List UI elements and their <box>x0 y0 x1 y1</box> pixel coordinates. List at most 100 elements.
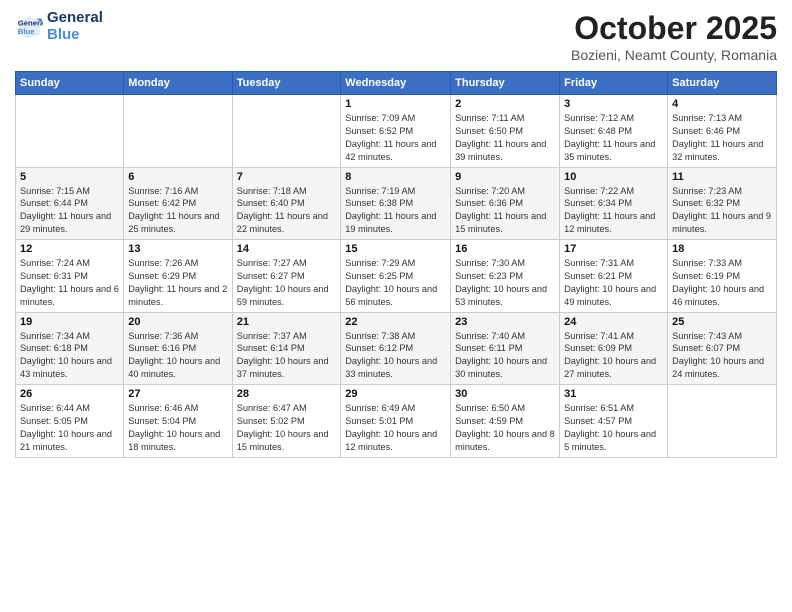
day-number: 19 <box>20 316 119 328</box>
table-row: 11 Sunrise: 7:23 AMSunset: 6:32 PMDayligh… <box>668 167 777 240</box>
day-number: 18 <box>672 243 772 255</box>
day-number: 21 <box>237 316 337 328</box>
day-info: Sunrise: 6:51 AMSunset: 4:57 PMDaylight:… <box>564 402 663 454</box>
table-row: 25 Sunrise: 7:43 AMSunset: 6:07 PMDayligh… <box>668 312 777 385</box>
day-number: 24 <box>564 316 663 328</box>
day-info: Sunrise: 7:20 AMSunset: 6:36 PMDaylight:… <box>455 185 555 237</box>
day-info: Sunrise: 7:30 AMSunset: 6:23 PMDaylight:… <box>455 257 555 309</box>
logo: General Blue General Blue <box>15 10 103 43</box>
day-info: Sunrise: 7:26 AMSunset: 6:29 PMDaylight:… <box>128 257 227 309</box>
day-info: Sunrise: 7:13 AMSunset: 6:46 PMDaylight:… <box>672 112 772 164</box>
table-row: 17 Sunrise: 7:31 AMSunset: 6:21 PMDayligh… <box>560 240 668 313</box>
title-block: October 2025 Bozieni, Neamt County, Roma… <box>571 10 777 63</box>
table-row: 29 Sunrise: 6:49 AMSunset: 5:01 PMDayligh… <box>341 385 451 458</box>
day-info: Sunrise: 7:19 AMSunset: 6:38 PMDaylight:… <box>345 185 446 237</box>
table-row: 13 Sunrise: 7:26 AMSunset: 6:29 PMDayligh… <box>124 240 232 313</box>
table-row: 27 Sunrise: 6:46 AMSunset: 5:04 PMDayligh… <box>124 385 232 458</box>
table-row: 8 Sunrise: 7:19 AMSunset: 6:38 PMDaylight… <box>341 167 451 240</box>
logo-text-blue: Blue <box>47 27 80 44</box>
day-info: Sunrise: 6:46 AMSunset: 5:04 PMDaylight:… <box>128 402 227 454</box>
day-number: 26 <box>20 388 119 400</box>
day-number: 29 <box>345 388 446 400</box>
day-number: 7 <box>237 171 337 183</box>
table-row: 30 Sunrise: 6:50 AMSunset: 4:59 PMDayligh… <box>451 385 560 458</box>
table-row: 14 Sunrise: 7:27 AMSunset: 6:27 PMDayligh… <box>232 240 341 313</box>
day-number: 9 <box>455 171 555 183</box>
table-row: 31Sunrise: 6:51 AMSunset: 4:57 PMDayligh… <box>560 385 668 458</box>
day-number: 6 <box>128 171 227 183</box>
table-row: 24 Sunrise: 7:41 AMSunset: 6:09 PMDayligh… <box>560 312 668 385</box>
table-row: 22Sunrise: 7:38 AMSunset: 6:12 PMDayligh… <box>341 312 451 385</box>
day-number: 27 <box>128 388 227 400</box>
header-saturday: Saturday <box>668 72 777 95</box>
day-info: Sunrise: 6:50 AMSunset: 4:59 PMDaylight:… <box>455 402 555 454</box>
day-number: 3 <box>564 98 663 110</box>
day-info: Sunrise: 7:36 AMSunset: 6:16 PMDaylight:… <box>128 330 227 382</box>
logo-icon: General Blue <box>15 13 43 41</box>
day-info: Sunrise: 7:29 AMSunset: 6:25 PMDaylight:… <box>345 257 446 309</box>
day-info: Sunrise: 7:33 AMSunset: 6:19 PMDaylight:… <box>672 257 772 309</box>
day-number: 25 <box>672 316 772 328</box>
table-row: 12 Sunrise: 7:24 AMSunset: 6:31 PMDayligh… <box>16 240 124 313</box>
table-row: 28Sunrise: 6:47 AMSunset: 5:02 PMDayligh… <box>232 385 341 458</box>
table-row: 26Sunrise: 6:44 AMSunset: 5:05 PMDayligh… <box>16 385 124 458</box>
table-row: 5 Sunrise: 7:15 AMSunset: 6:44 PMDaylight… <box>16 167 124 240</box>
table-row: 19Sunrise: 7:34 AMSunset: 6:18 PMDayligh… <box>16 312 124 385</box>
table-row: 6 Sunrise: 7:16 AMSunset: 6:42 PMDaylight… <box>124 167 232 240</box>
table-row <box>668 385 777 458</box>
table-row: 3Sunrise: 7:12 AMSunset: 6:48 PMDaylight… <box>560 95 668 168</box>
day-number: 23 <box>455 316 555 328</box>
table-row: 16 Sunrise: 7:30 AMSunset: 6:23 PMDayligh… <box>451 240 560 313</box>
table-row: 21Sunrise: 7:37 AMSunset: 6:14 PMDayligh… <box>232 312 341 385</box>
table-row: 15 Sunrise: 7:29 AMSunset: 6:25 PMDayligh… <box>341 240 451 313</box>
logo-text-general: General <box>47 10 103 27</box>
table-row: 2 Sunrise: 7:11 AMSunset: 6:50 PMDaylight… <box>451 95 560 168</box>
day-info: Sunrise: 7:43 AMSunset: 6:07 PMDaylight:… <box>672 330 772 382</box>
day-number: 11 <box>672 171 772 183</box>
day-number: 14 <box>237 243 337 255</box>
day-info: Sunrise: 7:27 AMSunset: 6:27 PMDaylight:… <box>237 257 337 309</box>
day-number: 16 <box>455 243 555 255</box>
table-row: 10 Sunrise: 7:22 AMSunset: 6:34 PMDayligh… <box>560 167 668 240</box>
day-number: 30 <box>455 388 555 400</box>
calendar-subtitle: Bozieni, Neamt County, Romania <box>571 47 777 63</box>
day-number: 2 <box>455 98 555 110</box>
table-row <box>232 95 341 168</box>
day-info: Sunrise: 7:40 AMSunset: 6:11 PMDaylight:… <box>455 330 555 382</box>
day-info: Sunrise: 7:31 AMSunset: 6:21 PMDaylight:… <box>564 257 663 309</box>
calendar-title: October 2025 <box>571 10 777 47</box>
day-number: 12 <box>20 243 119 255</box>
header-wednesday: Wednesday <box>341 72 451 95</box>
calendar-header-row: Sunday Monday Tuesday Wednesday Thursday… <box>16 72 777 95</box>
day-info: Sunrise: 7:41 AMSunset: 6:09 PMDaylight:… <box>564 330 663 382</box>
day-info: Sunrise: 7:22 AMSunset: 6:34 PMDaylight:… <box>564 185 663 237</box>
day-info: Sunrise: 7:18 AMSunset: 6:40 PMDaylight:… <box>237 185 337 237</box>
day-number: 15 <box>345 243 446 255</box>
header-sunday: Sunday <box>16 72 124 95</box>
header-thursday: Thursday <box>451 72 560 95</box>
table-row: 7 Sunrise: 7:18 AMSunset: 6:40 PMDaylight… <box>232 167 341 240</box>
day-info: Sunrise: 7:15 AMSunset: 6:44 PMDaylight:… <box>20 185 119 237</box>
table-row <box>16 95 124 168</box>
calendar-table: Sunday Monday Tuesday Wednesday Thursday… <box>15 71 777 458</box>
day-number: 10 <box>564 171 663 183</box>
day-info: Sunrise: 7:23 AMSunset: 6:32 PMDaylight:… <box>672 185 772 237</box>
day-info: Sunrise: 6:49 AMSunset: 5:01 PMDaylight:… <box>345 402 446 454</box>
table-row: 1Sunrise: 7:09 AMSunset: 6:52 PMDaylight… <box>341 95 451 168</box>
table-row <box>124 95 232 168</box>
table-row: 9 Sunrise: 7:20 AMSunset: 6:36 PMDaylight… <box>451 167 560 240</box>
day-number: 5 <box>20 171 119 183</box>
day-info: Sunrise: 6:47 AMSunset: 5:02 PMDaylight:… <box>237 402 337 454</box>
table-row: 20 Sunrise: 7:36 AMSunset: 6:16 PMDayligh… <box>124 312 232 385</box>
day-number: 17 <box>564 243 663 255</box>
header-tuesday: Tuesday <box>232 72 341 95</box>
day-number: 22 <box>345 316 446 328</box>
day-number: 13 <box>128 243 227 255</box>
table-row: 18 Sunrise: 7:33 AMSunset: 6:19 PMDayligh… <box>668 240 777 313</box>
day-info: Sunrise: 7:24 AMSunset: 6:31 PMDaylight:… <box>20 257 119 309</box>
day-number: 8 <box>345 171 446 183</box>
day-info: Sunrise: 7:11 AMSunset: 6:50 PMDaylight:… <box>455 112 555 164</box>
day-number: 4 <box>672 98 772 110</box>
day-info: Sunrise: 7:16 AMSunset: 6:42 PMDaylight:… <box>128 185 227 237</box>
day-number: 20 <box>128 316 227 328</box>
